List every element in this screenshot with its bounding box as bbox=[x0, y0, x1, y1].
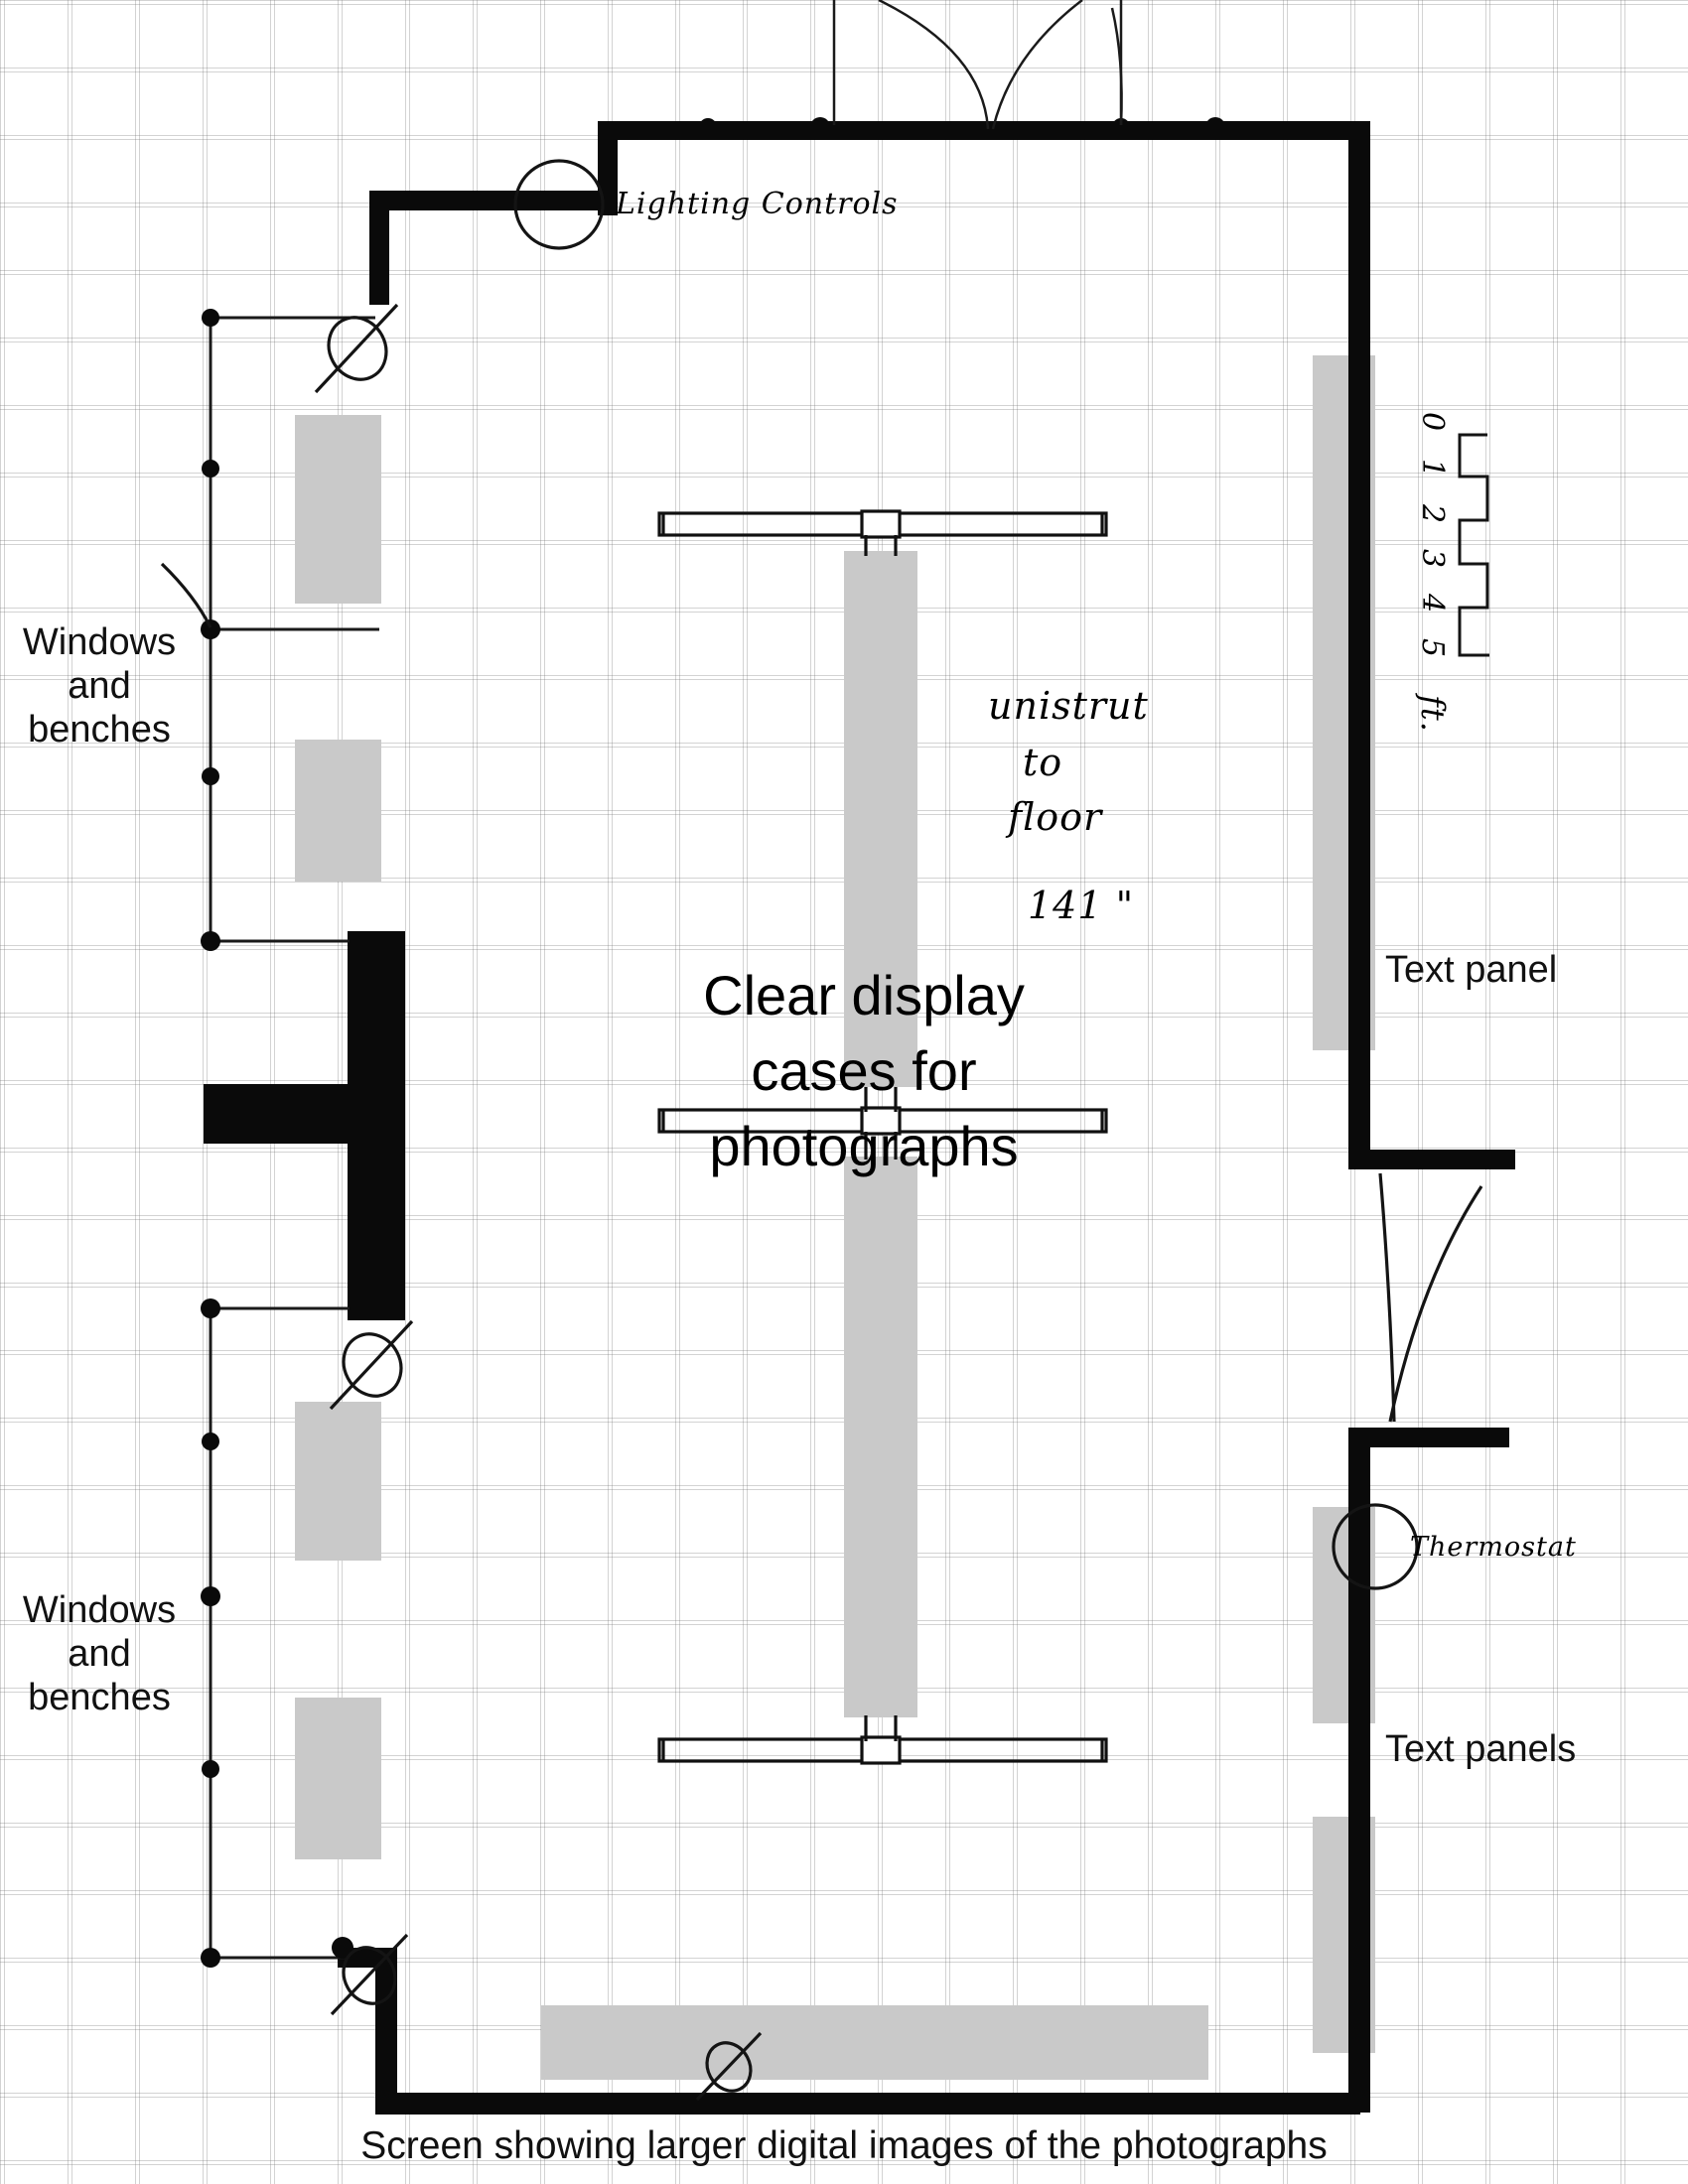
label-text-panel: Text panel bbox=[1385, 949, 1558, 991]
scale-tick-4: 4 bbox=[1415, 594, 1450, 614]
unistrut-note-line-3: floor bbox=[1008, 795, 1103, 839]
scale-bar bbox=[1458, 433, 1489, 657]
dot-icon bbox=[810, 117, 830, 137]
scale-tick-5: 5 bbox=[1415, 638, 1450, 659]
partition-vertical bbox=[348, 931, 405, 1320]
arc-icon bbox=[1388, 1185, 1483, 1423]
dot-icon bbox=[202, 767, 219, 785]
wall-right-upper bbox=[1348, 121, 1370, 1168]
bench-block-3 bbox=[295, 1402, 381, 1561]
ceiling-hangers bbox=[832, 0, 1123, 130]
wall-top-left-stub bbox=[369, 191, 618, 210]
scale-tick-0: 0 bbox=[1415, 412, 1450, 433]
projection-screen bbox=[541, 2005, 1208, 2080]
arc-icon bbox=[1378, 1172, 1396, 1423]
scale-tick-2: 2 bbox=[1415, 504, 1450, 525]
unistrut-note-line-1: unistrut bbox=[988, 684, 1149, 728]
bench-block-4 bbox=[295, 1698, 381, 1859]
scale-bar-steps bbox=[1458, 433, 1489, 657]
display-case-lower bbox=[844, 1157, 917, 1717]
case-rail-top-joint bbox=[860, 509, 902, 539]
bottom-caption: Screen showing larger digital images of … bbox=[360, 2124, 1328, 2167]
label-windows-benches-upper: Windows and benches bbox=[22, 621, 177, 751]
dot-icon bbox=[201, 619, 220, 639]
bench-block-1 bbox=[295, 415, 381, 604]
label-windows-benches-lower: Windows and benches bbox=[22, 1589, 177, 1718]
arc-icon bbox=[878, 0, 990, 130]
case-rail-bottom-joint bbox=[860, 1735, 902, 1765]
dot-icon bbox=[202, 309, 219, 327]
bench-block-2 bbox=[295, 740, 381, 882]
dot-icon bbox=[202, 460, 219, 478]
dot-icon bbox=[201, 1586, 220, 1606]
dot-icon bbox=[202, 1433, 219, 1450]
wall-right-jog bbox=[1348, 1150, 1515, 1169]
label-clear-display-cases: Clear display cases for photographs bbox=[703, 964, 1025, 1177]
gray-fills bbox=[295, 355, 1375, 2080]
wall-left-upper-drop bbox=[369, 191, 389, 305]
partition-arm bbox=[204, 1084, 352, 1144]
wall-bottom bbox=[387, 2093, 1360, 2115]
dot-icon bbox=[201, 931, 220, 951]
dot-icon bbox=[1205, 117, 1225, 137]
crossed-circle-icon bbox=[329, 1319, 414, 1411]
arc-icon bbox=[160, 562, 212, 628]
unistrut-dimension: 141 " bbox=[1028, 884, 1135, 927]
unistrut-note-line-2: to bbox=[1023, 741, 1063, 784]
dot-icon bbox=[202, 1760, 219, 1778]
wall-right-lower-jog bbox=[1370, 1428, 1509, 1447]
wall-right-lower bbox=[1348, 1428, 1370, 2113]
lighting-controls-annotation: Lighting Controls bbox=[616, 187, 899, 221]
floor-plan-page: Lighting Controls unistrut to floor 141 … bbox=[0, 0, 1688, 2184]
dot-icon bbox=[699, 118, 717, 136]
label-text-panels: Text panels bbox=[1385, 1728, 1577, 1770]
scale-tick-1: 1 bbox=[1415, 459, 1450, 479]
dot-icon bbox=[201, 1948, 220, 1968]
scale-tick-3: 3 bbox=[1415, 549, 1450, 570]
dot-icon bbox=[201, 1298, 220, 1318]
arc-icon bbox=[991, 0, 1083, 130]
scale-unit-label: ft. bbox=[1414, 695, 1452, 733]
thermostat-annotation: Thermostat bbox=[1410, 1532, 1577, 1563]
